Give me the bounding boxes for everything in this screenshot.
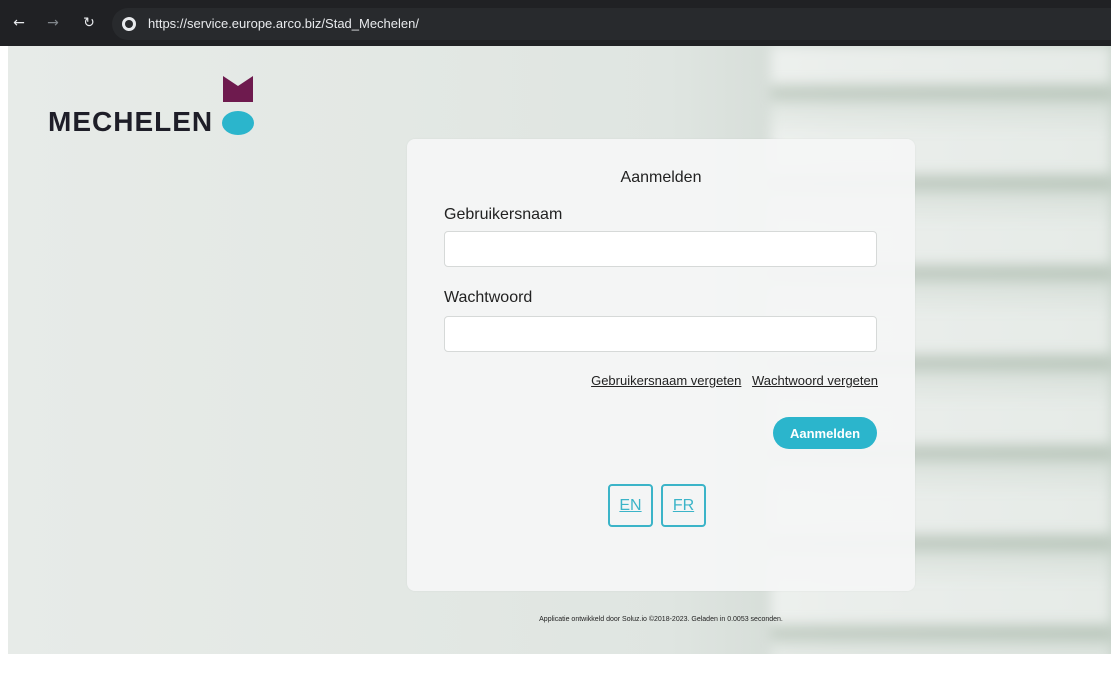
- username-input[interactable]: [444, 231, 877, 267]
- back-arrow-icon[interactable]: ←: [10, 14, 28, 32]
- forgot-username-link[interactable]: Gebruikersnaam vergeten: [591, 373, 741, 388]
- login-button[interactable]: Aanmelden: [773, 417, 877, 449]
- mechelen-logo: MECHELEN: [48, 76, 268, 137]
- footer-text: Applicatie ontwikkeld door Soluz.io ©201…: [539, 616, 783, 623]
- forgot-links: Gebruikersnaam vergeten Wachtwoord verge…: [591, 373, 878, 388]
- forward-arrow-icon[interactable]: →: [44, 14, 62, 32]
- forgot-password-link[interactable]: Wachtwoord vergeten: [752, 373, 878, 388]
- page-bottom-strip: [8, 654, 1111, 674]
- site-info-icon[interactable]: [122, 17, 136, 31]
- page-background: MECHELEN Aanmelden Gebruikersnaam Wachtw…: [8, 46, 1111, 674]
- language-en-button[interactable]: EN: [608, 484, 653, 527]
- browser-toolbar: ← → ↻ https://service.europe.arco.biz/St…: [0, 0, 1111, 46]
- language-fr-button[interactable]: FR: [661, 484, 706, 527]
- logo-text: MECHELEN: [48, 106, 214, 137]
- logo-mark-icon: [222, 76, 254, 135]
- password-input[interactable]: [444, 316, 877, 352]
- login-title: Aanmelden: [620, 169, 702, 186]
- address-bar[interactable]: https://service.europe.arco.biz/Stad_Mec…: [112, 8, 1111, 40]
- username-label: Gebruikersnaam: [444, 206, 563, 223]
- reload-icon[interactable]: ↻: [80, 14, 98, 32]
- login-card: Aanmelden Gebruikersnaam Wachtwoord Gebr…: [407, 139, 915, 591]
- url-text[interactable]: https://service.europe.arco.biz/Stad_Mec…: [148, 16, 419, 31]
- password-label: Wachtwoord: [444, 289, 533, 306]
